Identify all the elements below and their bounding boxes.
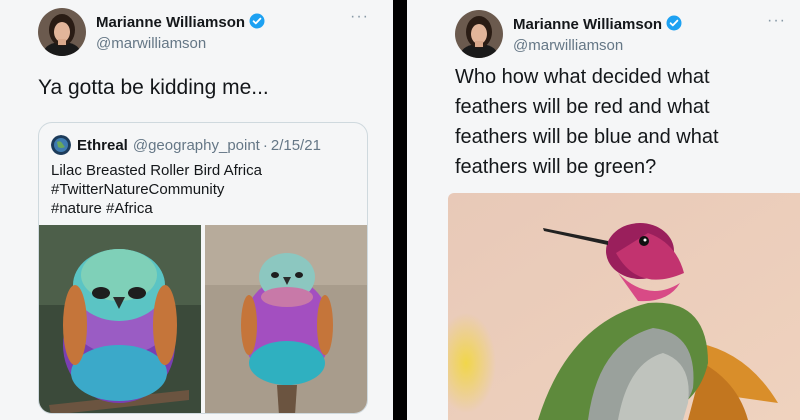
quoted-tweet-text: Lilac Breasted Roller Bird Africa #Twitt… — [51, 161, 262, 218]
display-name[interactable]: Marianne Williamson — [513, 15, 682, 35]
hummingbird-photo[interactable] — [448, 193, 800, 420]
lilac-roller-image — [205, 225, 367, 413]
tweet-header: Marianne Williamson @marwilliamson — [38, 8, 265, 56]
avatar[interactable] — [455, 10, 503, 58]
bird-photo-1[interactable] — [39, 225, 201, 413]
avatar-photo — [38, 8, 86, 56]
display-name-text[interactable]: Marianne Williamson — [96, 14, 245, 31]
more-icon[interactable]: ··· — [350, 8, 369, 26]
quoted-display-name[interactable]: Ethreal — [77, 137, 128, 154]
quoted-tweet-header: Ethreal @geography_point · 2/15/21 — [51, 135, 321, 155]
globe-avatar-icon — [51, 135, 71, 155]
author-names: Marianne Williamson @marwilliamson — [96, 13, 265, 52]
tweet-text-line: feathers will be blue and what — [455, 126, 719, 148]
panel-divider — [393, 0, 407, 420]
hummingbird-image — [448, 193, 800, 420]
quoted-tweet[interactable]: Ethreal @geography_point · 2/15/21 Lilac… — [38, 122, 368, 414]
avatar-photo — [455, 10, 503, 58]
user-handle[interactable]: @marwilliamson — [96, 35, 265, 52]
quoted-date[interactable]: 2/15/21 — [271, 137, 321, 154]
verified-badge-icon — [666, 15, 682, 35]
quoted-hashtag-line[interactable]: #nature #Africa — [51, 199, 262, 218]
more-icon[interactable]: ··· — [767, 12, 786, 30]
author-names: Marianne Williamson @marwilliamson — [513, 15, 682, 54]
quoted-hashtag-line[interactable]: #TwitterNatureCommunity — [51, 180, 262, 199]
tweet-text: Ya gotta be kidding me... — [38, 76, 269, 99]
quoted-avatar[interactable] — [51, 135, 71, 155]
right-tweet-card[interactable]: Marianne Williamson @marwilliamson ··· W… — [407, 0, 800, 420]
left-tweet-card[interactable]: Marianne Williamson @marwilliamson ··· Y… — [0, 0, 393, 420]
tweet-text: Who how what decided what feathers will … — [455, 62, 775, 182]
display-name[interactable]: Marianne Williamson — [96, 13, 265, 33]
lilac-roller-image — [39, 225, 201, 413]
display-name-text[interactable]: Marianne Williamson — [513, 16, 662, 33]
quoted-text-line: Lilac Breasted Roller Bird Africa — [51, 162, 262, 179]
avatar[interactable] — [38, 8, 86, 56]
verified-badge-icon — [249, 13, 265, 33]
tweet-header: Marianne Williamson @marwilliamson — [455, 10, 682, 58]
separator-dot: · — [262, 136, 268, 154]
tweet-text-line: feathers will be green? — [455, 156, 657, 178]
quoted-handle[interactable]: @geography_point — [133, 137, 260, 154]
user-handle[interactable]: @marwilliamson — [513, 37, 682, 54]
bird-photo-2[interactable] — [205, 225, 367, 413]
tweet-text-line: feathers will be red and what — [455, 96, 710, 118]
tweet-text-line: Who how what decided what — [455, 66, 710, 88]
screenshot-collage: Marianne Williamson @marwilliamson ··· Y… — [0, 0, 800, 420]
